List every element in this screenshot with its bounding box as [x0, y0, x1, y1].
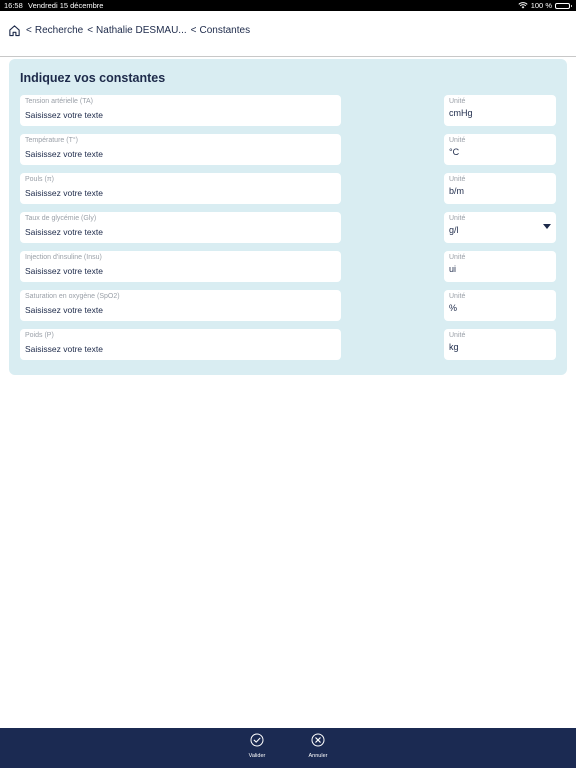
- breadcrumb-item-recherche[interactable]: Recherche: [35, 25, 83, 36]
- unit-label: Unité: [449, 137, 466, 144]
- tension-field[interactable]: Tension artérielle (TA) Saisissez votre …: [20, 95, 341, 126]
- field-label: Taux de glycémie (Gly): [25, 215, 97, 222]
- pouls-field[interactable]: Pouls (π) Saisissez votre texte: [20, 173, 341, 204]
- breadcrumb-item-constantes: Constantes: [199, 25, 251, 36]
- field-placeholder: Saisissez votre texte: [25, 266, 103, 276]
- poids-field[interactable]: Poids (P) Saisissez votre texte: [20, 329, 341, 360]
- field-placeholder: Saisissez votre texte: [25, 305, 103, 315]
- unit-label: Unité: [449, 176, 466, 183]
- saturation-unit-field[interactable]: Unité %: [444, 290, 556, 321]
- breadcrumb-separator: <: [87, 25, 94, 36]
- wifi-icon: [518, 2, 528, 9]
- unit-value: %: [449, 303, 458, 313]
- field-placeholder: Saisissez votre texte: [25, 188, 103, 198]
- status-bar: 16:58 Vendredi 15 décembre 100 %: [0, 0, 576, 11]
- field-label: Injection d'insuline (Insu): [25, 254, 102, 261]
- constant-row-poids: Poids (P) Saisissez votre texte Unité kg: [9, 329, 567, 361]
- form-title: Indiquez vos constantes: [20, 71, 166, 85]
- battery-icon: [555, 2, 572, 9]
- breadcrumb-separator: <: [190, 25, 197, 36]
- glycemie-field[interactable]: Taux de glycémie (Gly) Saisissez votre t…: [20, 212, 341, 243]
- unit-value: b/m: [449, 186, 465, 196]
- temperature-field[interactable]: Température (T°) Saisissez votre texte: [20, 134, 341, 165]
- constant-row-gly: Taux de glycémie (Gly) Saisissez votre t…: [9, 212, 567, 244]
- cancel-button[interactable]: Annuler: [298, 733, 338, 765]
- unit-label: Unité: [449, 293, 466, 300]
- field-placeholder: Saisissez votre texte: [25, 110, 103, 120]
- home-icon[interactable]: [8, 24, 21, 37]
- poids-unit-field[interactable]: Unité kg: [444, 329, 556, 360]
- constant-row-spo2: Saturation en oxygène (SpO2) Saisissez v…: [9, 290, 567, 322]
- field-placeholder: Saisissez votre texte: [25, 344, 103, 354]
- status-right: 100 %: [518, 0, 572, 11]
- footer-toolbar: Valider Annuler: [0, 728, 576, 768]
- insuline-field[interactable]: Injection d'insuline (Insu) Saisissez vo…: [20, 251, 341, 282]
- unit-label: Unité: [449, 332, 466, 339]
- field-label: Température (T°): [25, 137, 78, 144]
- unit-value: ui: [449, 264, 457, 274]
- cancel-label: Annuler: [308, 753, 328, 759]
- header: < Recherche < Nathalie DESMAU... < Const…: [0, 11, 576, 57]
- constant-row-ta: Tension artérielle (TA) Saisissez votre …: [9, 95, 567, 127]
- unit-label: Unité: [449, 98, 466, 105]
- field-label: Poids (P): [25, 332, 54, 339]
- status-date: Vendredi 15 décembre: [28, 1, 104, 10]
- breadcrumb-item-patient[interactable]: Nathalie DESMAU...: [96, 25, 187, 36]
- unit-label: Unité: [449, 215, 466, 222]
- caret-down-icon[interactable]: [543, 224, 551, 229]
- unit-value: kg: [449, 342, 459, 352]
- breadcrumb-separator: <: [26, 25, 32, 36]
- insuline-unit-field[interactable]: Unité ui: [444, 251, 556, 282]
- status-time: 16:58: [4, 1, 23, 10]
- validate-button[interactable]: Valider: [237, 733, 277, 765]
- glycemie-unit-select[interactable]: Unité g/l: [444, 212, 556, 243]
- unit-value: °C: [449, 147, 460, 157]
- unit-label: Unité: [449, 254, 466, 261]
- breadcrumb: < Recherche < Nathalie DESMAU... < Const…: [8, 24, 250, 37]
- battery-percent: 100 %: [530, 1, 552, 10]
- constant-row-temp: Température (T°) Saisissez votre texte U…: [9, 134, 567, 166]
- unit-value: g/l: [449, 225, 459, 235]
- field-label: Tension artérielle (TA): [25, 98, 93, 105]
- temperature-unit-field[interactable]: Unité °C: [444, 134, 556, 165]
- field-label: Pouls (π): [25, 176, 54, 183]
- field-label: Saturation en oxygène (SpO2): [25, 293, 120, 300]
- validate-label: Valider: [248, 753, 266, 759]
- pouls-unit-field[interactable]: Unité b/m: [444, 173, 556, 204]
- constant-row-insu: Injection d'insuline (Insu) Saisissez vo…: [9, 251, 567, 283]
- saturation-field[interactable]: Saturation en oxygène (SpO2) Saisissez v…: [20, 290, 341, 321]
- check-circle-icon: [250, 733, 264, 747]
- field-placeholder: Saisissez votre texte: [25, 227, 103, 237]
- field-placeholder: Saisissez votre texte: [25, 149, 103, 159]
- tension-unit-field[interactable]: Unité cmHg: [444, 95, 556, 126]
- close-circle-icon: [311, 733, 325, 747]
- constant-row-pouls: Pouls (π) Saisissez votre texte Unité b/…: [9, 173, 567, 205]
- constants-card: Indiquez vos constantes Tension artériel…: [9, 59, 567, 375]
- unit-value: cmHg: [449, 108, 473, 118]
